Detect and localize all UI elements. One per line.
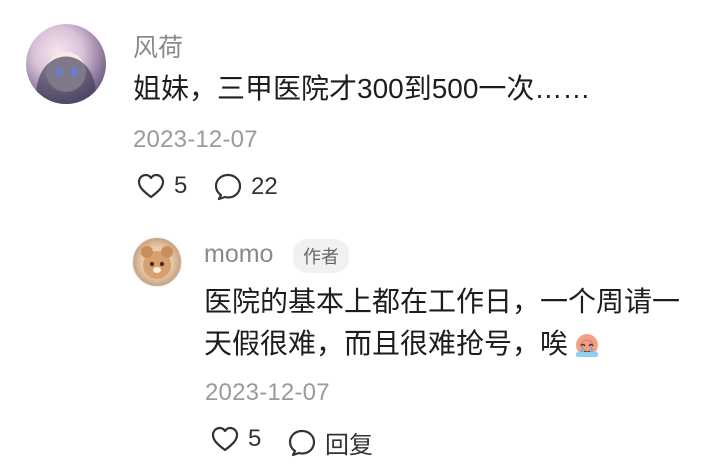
comment-like-button[interactable]: 5	[136, 172, 187, 200]
comment-date: 2023-12-07	[133, 126, 258, 153]
speech-bubble-icon	[288, 429, 316, 456]
reply-date: 2023-12-07	[205, 379, 330, 406]
heart-outline-icon	[211, 426, 239, 452]
reply-text-line2: 天假很难，而且很难抢号，唉	[204, 323, 694, 365]
reply-text-line1: 医院的基本上都在工作日，一个周请一	[204, 286, 681, 317]
comment-like-count: 5	[174, 172, 188, 199]
author-badge: 作者	[293, 239, 349, 273]
reply-avatar[interactable]	[132, 237, 182, 287]
comment-reply-count: 22	[251, 173, 278, 200]
reply-like-button[interactable]: 5	[210, 425, 261, 453]
reply-button-label: 回复	[325, 432, 373, 459]
reply-button[interactable]: 回复	[287, 425, 373, 460]
comment-text: 姐妹，三甲医院才300到500一次……	[133, 73, 591, 104]
reply-like-count: 5	[248, 425, 262, 452]
reply-text-line2-content: 天假很难，而且很难抢号，唉	[204, 328, 569, 359]
reply-text: 医院的基本上都在工作日，一个周请一 天假很难，而且很难抢号，唉	[204, 281, 694, 365]
speech-bubble-icon	[214, 173, 242, 201]
comment-replies-button[interactable]: 22	[213, 172, 278, 202]
reply-username[interactable]: momo	[204, 240, 273, 269]
reply: momo 作者 医院的基本上都在工作日，一个周请一 天假很难，而且很难抢号，唉 …	[0, 220, 706, 470]
heart-outline-icon	[137, 173, 165, 199]
comment-username[interactable]: 风荷	[133, 28, 183, 64]
avatar[interactable]	[26, 24, 106, 104]
crying-emoji-icon	[576, 334, 599, 357]
comment: 风荷 姐妹，三甲医院才300到500一次…… 2023-12-07 5 22	[0, 0, 706, 220]
